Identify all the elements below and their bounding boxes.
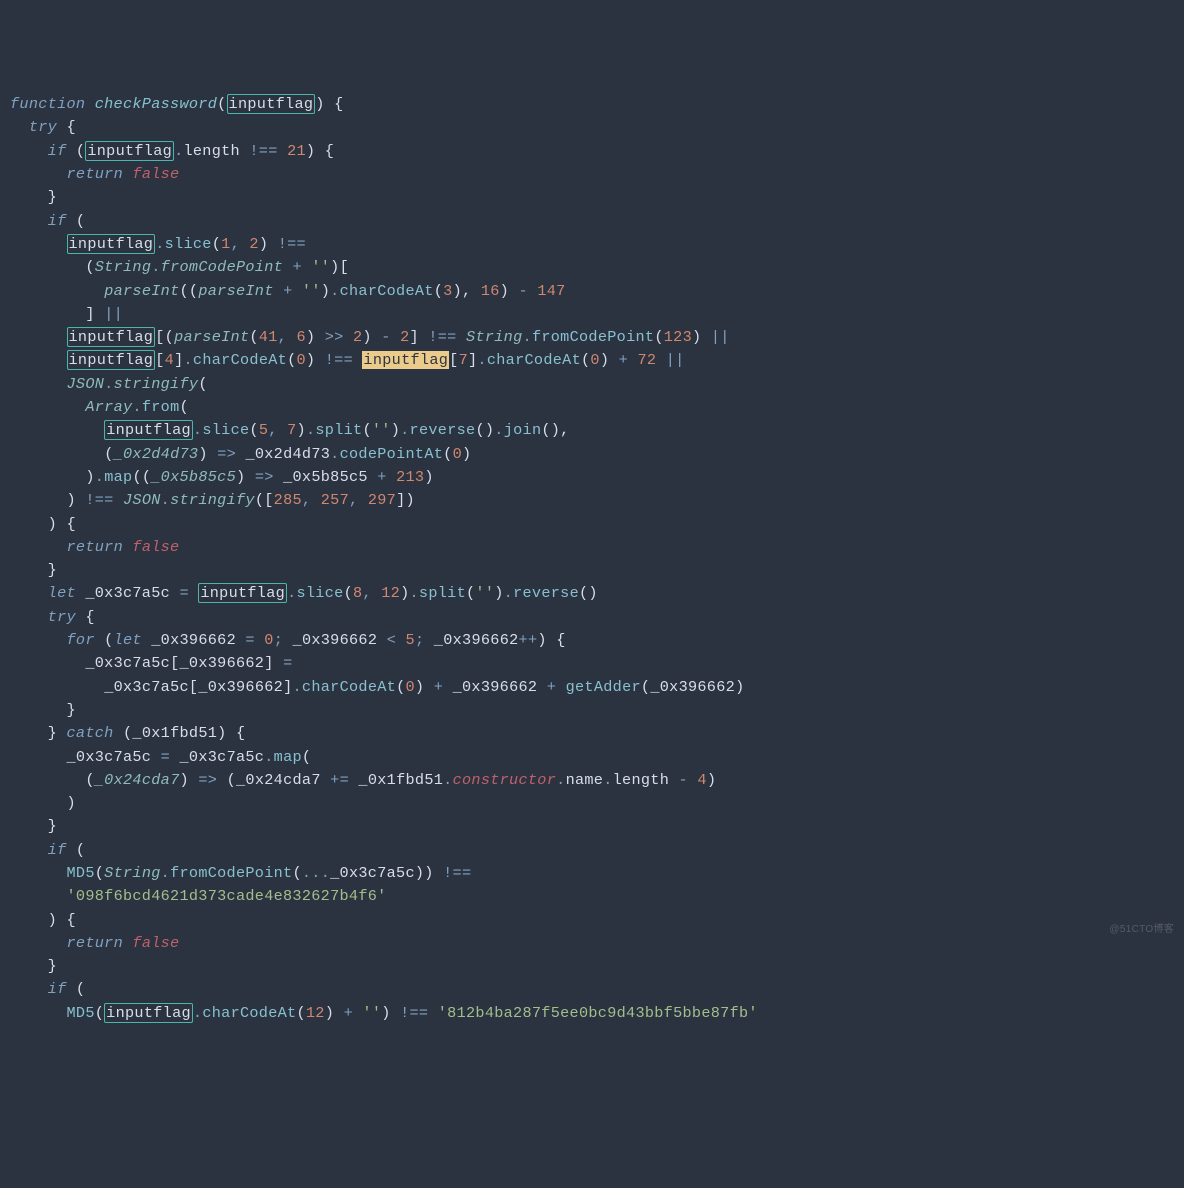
- param-highlight: inputflag: [227, 94, 316, 114]
- var-highlight: inputflag: [85, 141, 174, 161]
- selected-text: inputflag: [362, 351, 449, 369]
- keyword-function: function: [10, 95, 85, 113]
- code-editor[interactable]: function checkPassword(inputflag) { try …: [10, 93, 1184, 1025]
- keyword-try: try: [29, 118, 57, 136]
- function-name: checkPassword: [95, 95, 217, 113]
- watermark: @51CTO博客: [1109, 918, 1174, 941]
